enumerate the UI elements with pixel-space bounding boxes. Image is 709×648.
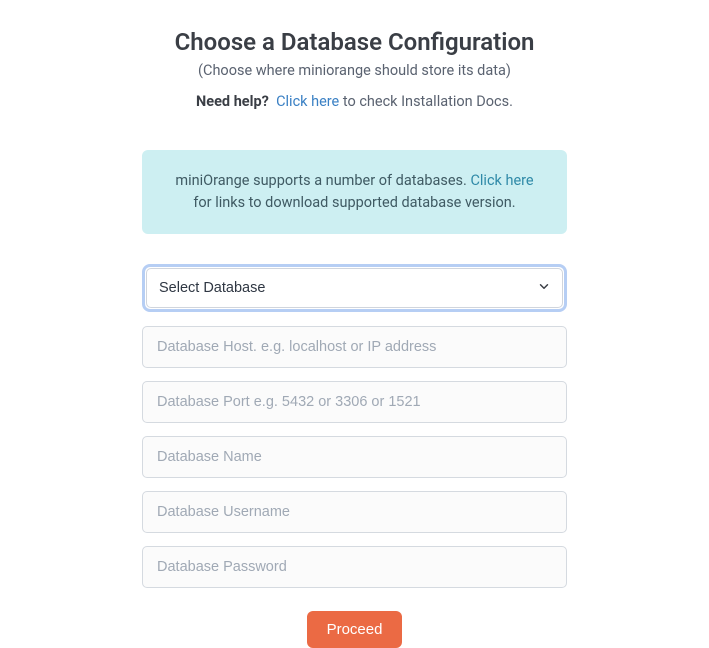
page-subtitle: (Choose where miniorange should store it…	[142, 62, 567, 79]
info-banner: miniOrange supports a number of database…	[142, 150, 567, 234]
info-link[interactable]: Click here	[470, 172, 533, 189]
database-port-input[interactable]	[142, 381, 567, 423]
help-link[interactable]: Click here	[276, 93, 339, 110]
proceed-button[interactable]: Proceed	[307, 611, 403, 648]
database-password-input[interactable]	[142, 546, 567, 588]
help-text: Need help? Click here to check Installat…	[142, 93, 567, 110]
database-host-input[interactable]	[142, 326, 567, 368]
database-name-input[interactable]	[142, 436, 567, 478]
info-text-after: for links to download supported database…	[193, 194, 515, 211]
database-username-input[interactable]	[142, 491, 567, 533]
page-title: Choose a Database Configuration	[142, 28, 567, 56]
help-suffix: to check Installation Docs.	[339, 93, 513, 110]
info-text-before: miniOrange supports a number of database…	[175, 172, 470, 189]
help-prefix: Need help?	[196, 93, 269, 110]
select-database[interactable]: Select Database	[146, 268, 563, 308]
select-database-wrapper: Select Database	[142, 264, 567, 312]
